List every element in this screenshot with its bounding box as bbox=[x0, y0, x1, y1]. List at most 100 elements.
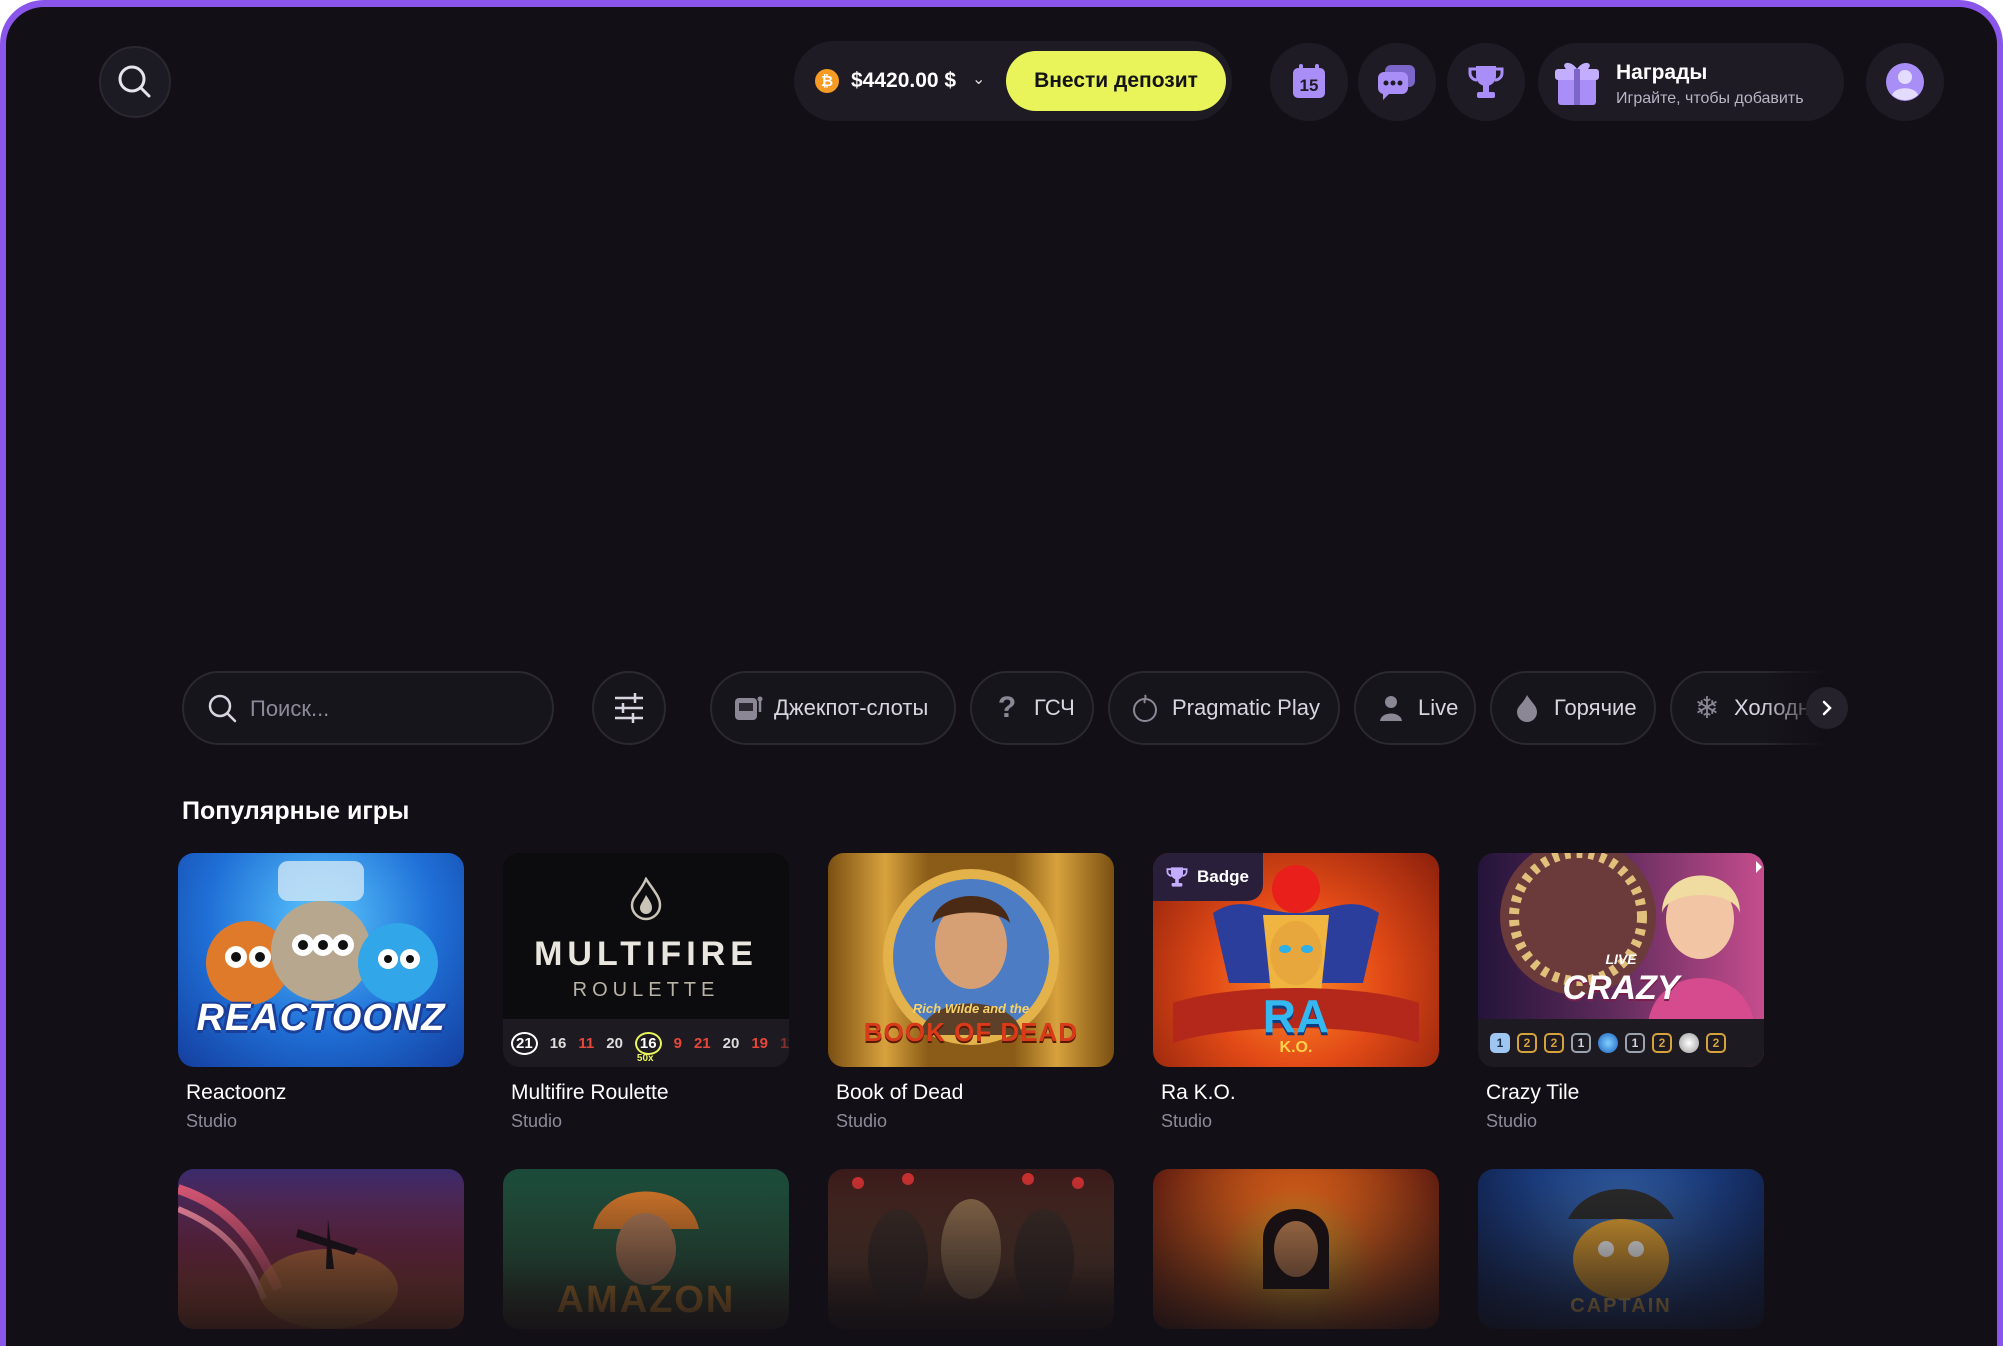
game-card[interactable]: MULTIFIRE ROULETTE 21 16 11 20 16 50x 9 … bbox=[503, 853, 789, 1132]
cleopatra-art bbox=[1263, 1209, 1329, 1289]
trophy-icon bbox=[1166, 867, 1188, 887]
game-art-subtitle: Rich Wilde and the bbox=[912, 1001, 1030, 1016]
wallet-panel: ₿ $4420.00 $ ⌄ Внести депозит bbox=[794, 41, 1232, 121]
chip-hot[interactable]: Горячие bbox=[1490, 671, 1656, 745]
game-title[interactable]: Multifire Roulette bbox=[511, 1081, 789, 1105]
game-card[interactable] bbox=[1153, 1169, 1439, 1329]
game-thumbnail[interactable]: Rich Wilde and the BOOK OF DEAD bbox=[828, 853, 1114, 1067]
gift-icon bbox=[1555, 62, 1599, 105]
chip-label: Live bbox=[1418, 695, 1459, 720]
chip-pragmatic[interactable]: Pragmatic Play bbox=[1108, 671, 1340, 745]
tile-chip-bonus bbox=[1598, 1033, 1618, 1053]
game-art-title: BOOK OF DEAD bbox=[863, 1017, 1079, 1047]
game-art-title: CAPTAIN bbox=[1570, 1295, 1672, 1317]
roulette-number: 11 bbox=[780, 1034, 789, 1052]
rewards-subtitle: Играйте, чтобы добавить bbox=[1616, 90, 1804, 107]
chip-label: Pragmatic Play bbox=[1172, 695, 1320, 720]
chip-jackpot[interactable]: Джекпот-слоты bbox=[710, 671, 956, 745]
roulette-number-multiplier: 16 50x bbox=[634, 1031, 662, 1064]
dealer-icon bbox=[1374, 691, 1408, 725]
question-mark-icon: ? bbox=[997, 691, 1017, 724]
game-studio: Studio bbox=[1161, 1111, 1213, 1131]
game-card[interactable]: CAPTAIN bbox=[1478, 1169, 1764, 1329]
game-card[interactable]: REACTOONZ Reactoonz Studio bbox=[178, 853, 464, 1132]
bitcoin-icon: ₿ bbox=[815, 69, 839, 93]
snowflake-icon: ❄ bbox=[1694, 691, 1720, 725]
tile-chip: 1 bbox=[1625, 1033, 1645, 1053]
tile-chip: 2 bbox=[1544, 1033, 1564, 1053]
balance-value[interactable]: $4420.00 $ bbox=[851, 69, 956, 93]
game-title[interactable]: Crazy Tile bbox=[1486, 1081, 1764, 1105]
calendar-badge: 15 bbox=[1300, 76, 1319, 95]
search-input[interactable] bbox=[248, 691, 532, 727]
roulette-number: 20 bbox=[722, 1034, 740, 1052]
rewards-title: Награды bbox=[1616, 61, 1708, 84]
search-icon bbox=[208, 694, 237, 723]
game-search[interactable] bbox=[182, 671, 554, 745]
tile-chip: 2 bbox=[1652, 1033, 1672, 1053]
rewards-button[interactable]: Награды Играйте, чтобы добавить bbox=[1538, 43, 1844, 121]
game-title[interactable]: Reactoonz bbox=[186, 1081, 464, 1105]
tile-chip: 2 bbox=[1706, 1033, 1726, 1053]
game-thumbnail[interactable] bbox=[178, 1169, 464, 1329]
game-thumbnail[interactable] bbox=[828, 1169, 1114, 1329]
game-thumbnail[interactable]: CAPTAIN bbox=[1478, 1169, 1764, 1329]
roulette-number: 16 bbox=[634, 1031, 662, 1055]
game-thumbnail[interactable]: AMAZON bbox=[503, 1169, 789, 1329]
game-title[interactable]: Ra K.O. bbox=[1161, 1081, 1439, 1105]
game-art-title: MULTIFIRE bbox=[534, 935, 758, 973]
badge-label: Badge bbox=[1197, 867, 1249, 886]
chips-next-button[interactable] bbox=[1806, 687, 1848, 729]
tile-chip-bonus bbox=[1679, 1033, 1699, 1053]
game-card[interactable]: AMAZON bbox=[503, 1169, 789, 1329]
search-button[interactable] bbox=[99, 46, 171, 118]
calendar-button[interactable]: 15 bbox=[1270, 43, 1348, 121]
game-card[interactable]: RA K.O. Badge Ra K.O. Studio bbox=[1153, 853, 1439, 1132]
chip-label: Джекпот-слоты bbox=[774, 695, 929, 720]
game-art-subtitle: ROULETTE bbox=[572, 979, 720, 1001]
game-card[interactable] bbox=[178, 1169, 464, 1329]
chip-label: ГСЧ bbox=[1034, 695, 1075, 720]
chevron-right-icon bbox=[1822, 700, 1832, 716]
category-chips: Джекпот-слоты ? ГСЧ Pragmatic Play Live … bbox=[710, 671, 1852, 745]
user-avatar-icon bbox=[1886, 63, 1924, 101]
app-window: ₿ $4420.00 $ ⌄ Внести депозит 15 Награды… bbox=[0, 0, 2003, 1346]
slot-machine-icon bbox=[730, 691, 764, 725]
tile-history: 1 2 2 1 1 2 2 bbox=[1478, 1019, 1764, 1067]
game-thumbnail[interactable] bbox=[1153, 1169, 1439, 1329]
game-thumbnail[interactable]: LIVE CRAZY 1 2 2 1 1 2 2 bbox=[1478, 853, 1764, 1067]
game-art-title: CRAZY bbox=[1562, 969, 1680, 1007]
chip-live[interactable]: Live bbox=[1354, 671, 1476, 745]
chevron-down-icon[interactable]: ⌄ bbox=[972, 69, 985, 89]
roulette-number: 19 bbox=[751, 1034, 769, 1052]
game-thumbnail[interactable]: REACTOONZ bbox=[178, 853, 464, 1067]
game-art-title: RA bbox=[1262, 990, 1330, 1042]
game-studio: Studio bbox=[511, 1111, 563, 1131]
roulette-number: 21 bbox=[693, 1034, 711, 1052]
airplane-art bbox=[178, 1184, 398, 1329]
filter-settings-button[interactable] bbox=[592, 671, 666, 745]
game-card[interactable] bbox=[828, 1169, 1114, 1329]
trophy-button[interactable] bbox=[1447, 43, 1525, 121]
flame-icon bbox=[1510, 691, 1544, 725]
game-title[interactable]: Book of Dead bbox=[836, 1081, 1114, 1105]
game-studio: Studio bbox=[1486, 1111, 1538, 1131]
game-card[interactable]: Rich Wilde and the BOOK OF DEAD Book of … bbox=[828, 853, 1114, 1132]
tile-chip: 2 bbox=[1517, 1033, 1537, 1053]
game-art-title: AMAZON bbox=[556, 1279, 736, 1321]
profile-button[interactable] bbox=[1866, 43, 1944, 121]
game-card[interactable]: LIVE CRAZY 1 2 2 1 1 2 2 Crazy Tile Stud… bbox=[1478, 853, 1764, 1132]
deposit-button[interactable]: Внести депозит bbox=[1006, 51, 1226, 111]
game-studio: Studio bbox=[186, 1111, 238, 1131]
game-thumbnail[interactable]: RA K.O. Badge bbox=[1153, 853, 1439, 1067]
chat-button[interactable] bbox=[1358, 43, 1436, 121]
sliders-icon bbox=[615, 693, 643, 723]
game-thumbnail[interactable]: MULTIFIRE ROULETTE 21 16 11 20 16 50x 9 … bbox=[503, 853, 789, 1067]
tile-chip: 1 bbox=[1490, 1033, 1510, 1053]
trophy-icon bbox=[1468, 66, 1504, 98]
roulette-history: 21 16 11 20 16 50x 9 21 20 19 11 bbox=[503, 1019, 789, 1067]
game-studio: Studio bbox=[836, 1111, 888, 1131]
game-art-subtitle: K.O. bbox=[1279, 1039, 1313, 1056]
chip-rng[interactable]: ? ГСЧ bbox=[970, 671, 1094, 745]
flame-logo-icon bbox=[630, 877, 662, 921]
